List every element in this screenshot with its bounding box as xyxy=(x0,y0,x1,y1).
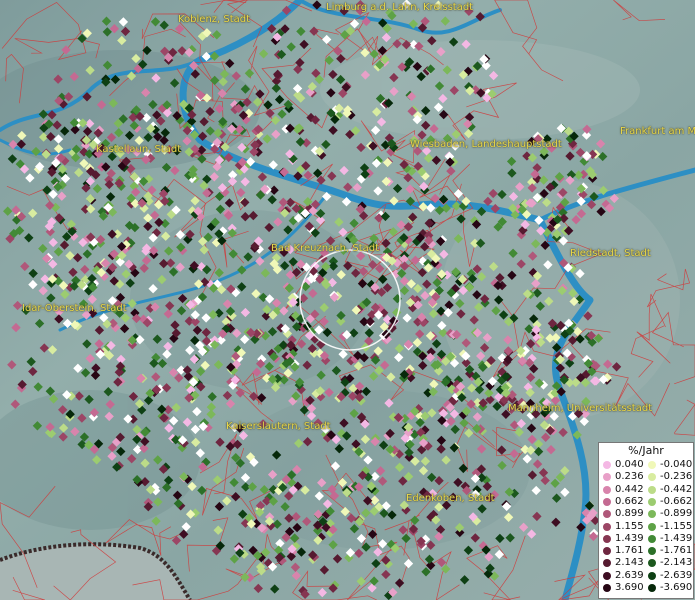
legend-value: 3.690 xyxy=(615,582,644,593)
legend-swatch xyxy=(648,559,656,568)
legend-value: -1.439 xyxy=(660,532,693,544)
legend-row-positive-10: 3.690 xyxy=(601,582,647,594)
legend-swatch xyxy=(603,571,611,580)
legend-row-negative-8: -2.143 xyxy=(646,557,692,569)
legend-value: -0.442 xyxy=(660,483,693,495)
legend-value: -3.690 xyxy=(660,582,693,593)
legend-row-negative-6: -1.439 xyxy=(646,533,692,545)
legend-value: -0.236 xyxy=(660,471,693,483)
legend-row-negative-10: -3.690 xyxy=(646,582,692,594)
legend-row-positive-4: 0.899 xyxy=(601,508,647,520)
legend-swatch xyxy=(648,584,656,592)
legend-row-positive-8: 2.143 xyxy=(601,557,647,569)
city-label-idar-oberstein: Idar-Oberstein, Stadt xyxy=(22,303,127,314)
legend-title: %/Jahr xyxy=(628,444,664,457)
legend-value: 2.639 xyxy=(615,569,644,581)
legend-row-positive-3: 0.662 xyxy=(601,496,647,508)
legend-swatch xyxy=(648,571,656,580)
legend-swatch xyxy=(603,461,611,469)
legend-swatch xyxy=(603,522,611,531)
legend-value: -2.639 xyxy=(660,569,693,581)
legend-swatch xyxy=(603,547,611,556)
legend-swatch xyxy=(603,584,611,592)
legend-row-negative-9: -2.639 xyxy=(646,570,692,582)
city-label-koblenz: Koblenz, Stadt xyxy=(178,14,251,25)
city-label-riedstadt: Riedstadt, Stadt xyxy=(570,248,651,259)
city-label-frankfurt: Frankfurt am M xyxy=(620,126,695,137)
legend-swatch xyxy=(648,485,656,494)
legend-swatch xyxy=(648,547,656,556)
legend: %/Jahr 0.040 0.236 0.442 0.662 0.899 1.155 1.4… xyxy=(598,442,694,599)
legend-value: -0.899 xyxy=(660,508,693,520)
legend-row-positive-6: 1.439 xyxy=(601,533,647,545)
legend-value: -0.662 xyxy=(660,495,693,507)
legend-swatch xyxy=(603,510,611,519)
legend-row-negative-5: -1.155 xyxy=(646,521,692,533)
legend-value: -0.040 xyxy=(660,459,693,470)
legend-row-negative-1: -0.236 xyxy=(646,471,692,483)
legend-swatch xyxy=(603,559,611,568)
legend-value: 1.761 xyxy=(615,545,644,557)
legend-value: 0.662 xyxy=(615,495,644,507)
legend-swatch xyxy=(603,497,611,506)
legend-swatch xyxy=(603,473,611,482)
map-canvas[interactable] xyxy=(0,0,695,600)
legend-row-negative-0: -0.040 xyxy=(646,459,692,471)
legend-row-positive-2: 0.442 xyxy=(601,484,647,496)
legend-value: 0.442 xyxy=(615,483,644,495)
legend-swatch xyxy=(603,534,611,543)
legend-value: 1.155 xyxy=(615,520,644,532)
legend-value: -1.155 xyxy=(660,520,693,532)
legend-row-positive-7: 1.761 xyxy=(601,545,647,557)
legend-value: 1.439 xyxy=(615,532,644,544)
city-label-kastellaun: Kastellaun, Stadt xyxy=(96,144,182,155)
legend-swatch xyxy=(648,510,656,519)
city-label-wiesbaden: Wiesbaden, Landeshauptstadt xyxy=(410,139,562,150)
city-label-bad-kreuznach: Bad Kreuznach, Stadt xyxy=(271,243,380,254)
legend-swatch xyxy=(648,522,656,531)
legend-swatch xyxy=(648,473,656,482)
city-label-limburg: Limburg a.d. Lahn, Kreisstadt xyxy=(326,2,474,13)
city-label-kaiserslautern: Kaiserslautern, Stadt xyxy=(226,421,331,432)
legend-value: 0.040 xyxy=(615,459,644,470)
legend-row-positive-1: 0.236 xyxy=(601,471,647,483)
legend-row-negative-2: -0.442 xyxy=(646,484,692,496)
city-label-edenkoben: Edenkoben, Stadt xyxy=(406,493,495,504)
legend-row-negative-4: -0.899 xyxy=(646,508,692,520)
legend-value: 0.236 xyxy=(615,471,644,483)
legend-row-positive-5: 1.155 xyxy=(601,521,647,533)
legend-value: 2.143 xyxy=(615,557,644,569)
legend-row-positive-0: 0.040 xyxy=(601,459,647,471)
legend-swatch xyxy=(648,461,656,469)
city-label-mannheim: Mannheim, Universitätsstadt xyxy=(508,403,653,414)
legend-swatch xyxy=(603,485,611,494)
legend-value: -2.143 xyxy=(660,557,693,569)
legend-swatch xyxy=(648,497,656,506)
legend-value: -1.761 xyxy=(660,545,693,557)
legend-row-positive-9: 2.639 xyxy=(601,570,647,582)
legend-row-negative-3: -0.662 xyxy=(646,496,692,508)
legend-swatch xyxy=(648,534,656,543)
legend-row-negative-7: -1.761 xyxy=(646,545,692,557)
legend-value: 0.899 xyxy=(615,508,644,520)
